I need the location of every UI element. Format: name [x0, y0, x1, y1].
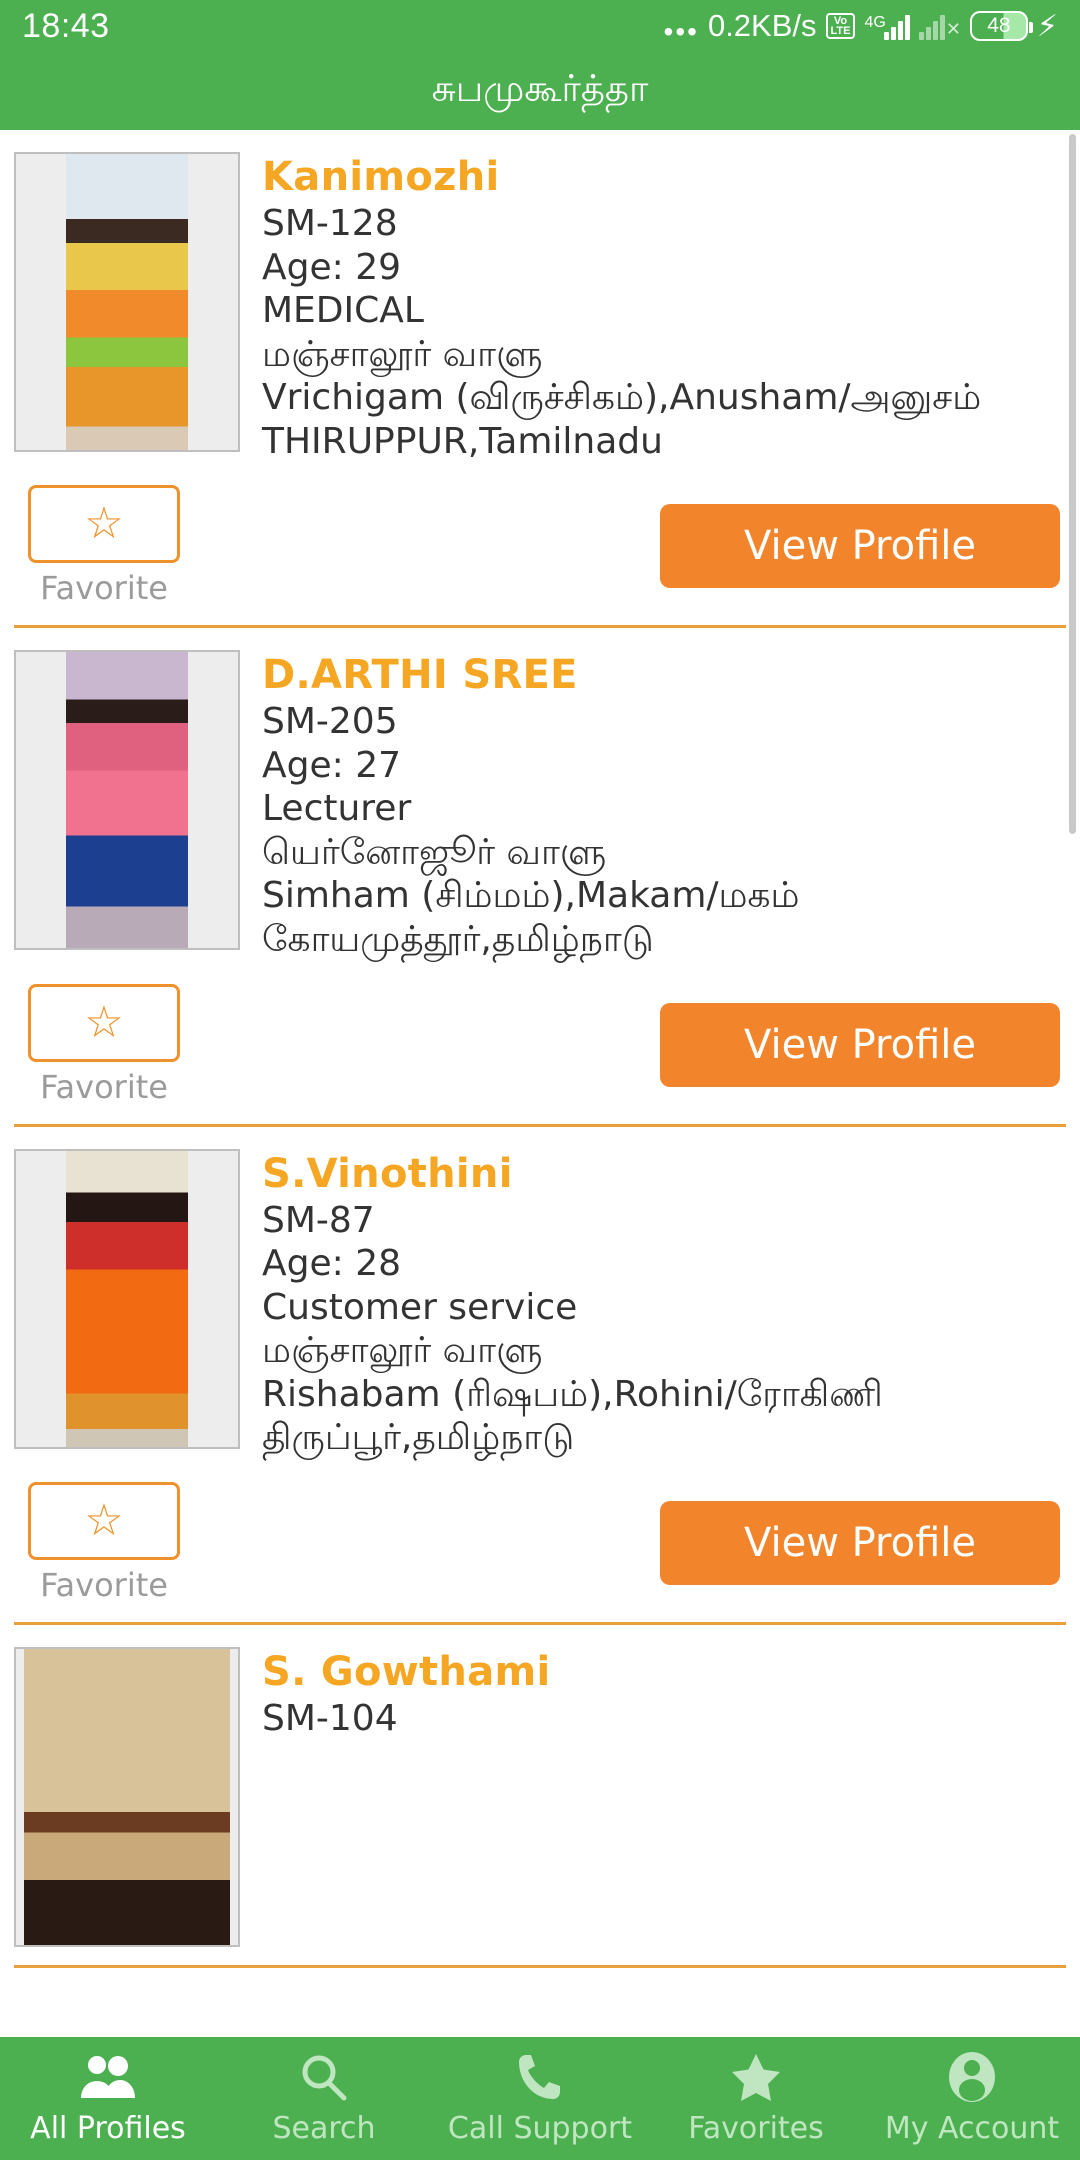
profile-name: S.Vinothini — [262, 1150, 513, 1197]
profile-list[interactable]: Kanimozhi SM-128 Age: 29 MEDICAL மஞ்சாலூ… — [0, 130, 1080, 2037]
signal-bars-sim2-icon: ✕ — [918, 12, 961, 40]
profile-photo — [14, 1148, 240, 1449]
profile-age: Age: 28 — [262, 1243, 402, 1285]
nav-item-call-support[interactable]: Call Support — [432, 2051, 648, 2146]
profile-rasi-star: Rishabam (ரிஷபம்),Rohini/ரோகிணி — [262, 1373, 883, 1415]
profile-rasi-star: Vrichigam (விருச்சிகம்),Anusham/அனுசம் — [262, 377, 982, 419]
profile-id: SM-87 — [262, 1199, 375, 1241]
search-icon — [299, 2051, 349, 2103]
profile-name: S. Gowthami — [262, 1648, 551, 1695]
list-scrollbar[interactable] — [1069, 134, 1076, 834]
network-type-label: 4G — [864, 14, 886, 31]
profile-community: மஞ்சாலூர் வாளு — [262, 333, 543, 375]
app-screen: 18:43 ••• 0.2KB/s Vo LTE 4G ✕ 48 ⚡ சுபமு… — [0, 0, 1080, 2160]
profile-id: SM-205 — [262, 701, 398, 743]
favorite-button[interactable]: ☆ Favorite — [28, 983, 180, 1106]
battery-level: 48 — [987, 14, 1011, 37]
account-icon — [947, 2051, 997, 2103]
nav-item-search[interactable]: Search — [216, 2051, 432, 2146]
view-profile-button[interactable]: View Profile — [660, 504, 1060, 589]
status-time: 18:43 — [22, 6, 110, 45]
favorite-label: Favorite — [40, 569, 168, 608]
battery-icon: 48 — [969, 11, 1033, 41]
app-bar: சுபமுகூர்த்தா — [0, 52, 1080, 130]
star-filled-icon — [729, 2051, 783, 2103]
nav-item-my-account[interactable]: My Account — [864, 2051, 1080, 2146]
favorite-button[interactable]: ☆ Favorite — [28, 485, 180, 607]
view-profile-button[interactable]: View Profile — [660, 1002, 1060, 1087]
favorite-label: Favorite — [40, 1067, 168, 1106]
profile-rasi-star: Simham (சிம்மம்),Makam/மகம் — [262, 875, 800, 917]
profile-community: யெர்னோஜூர் வாளு — [262, 831, 607, 873]
profile-photo — [14, 650, 240, 951]
profile-card[interactable]: D.ARTHI SREE SM-205 Age: 27 Lecturer யெர… — [14, 628, 1066, 1127]
network-speed: 0.2KB/s — [707, 8, 817, 43]
nav-item-favorites[interactable]: Favorites — [648, 2051, 864, 2146]
profile-community: மஞ்சாலூர் வாளு — [262, 1330, 543, 1372]
no-service-icon: ✕ — [945, 19, 961, 39]
page-title: சுபமுகூர்த்தா — [431, 67, 649, 110]
profile-location: கோயமுத்தூர்,தமிழ்நாடு — [262, 919, 654, 961]
profile-name: D.ARTHI SREE — [262, 652, 578, 699]
profile-card[interactable]: S. Gowthami SM-104 — [14, 1624, 1066, 1968]
star-outline-icon: ☆ — [84, 997, 124, 1047]
profile-age: Age: 29 — [262, 246, 402, 288]
profile-location: திருப்பூர்,தமிழ்நாடு — [262, 1417, 575, 1459]
favorite-button[interactable]: ☆ Favorite — [28, 1481, 180, 1604]
profile-name: Kanimozhi — [262, 154, 500, 200]
bottom-navigation: All Profiles Search Call Support Favorit… — [0, 2037, 1080, 2160]
status-bar: 18:43 ••• 0.2KB/s Vo LTE 4G ✕ 48 ⚡ — [0, 0, 1080, 52]
profile-card[interactable]: S.Vinothini SM-87 Age: 28 Customer servi… — [14, 1126, 1066, 1625]
profile-id: SM-104 — [262, 1697, 398, 1739]
phone-icon — [516, 2051, 564, 2103]
nav-label: All Profiles — [30, 2111, 186, 2146]
profile-occupation: Lecturer — [262, 788, 412, 830]
star-outline-icon: ☆ — [84, 499, 124, 549]
view-profile-button[interactable]: View Profile — [660, 1500, 1060, 1585]
volte-icon: Vo LTE — [825, 13, 856, 39]
nav-label: Favorites — [688, 2111, 824, 2146]
people-icon — [79, 2051, 137, 2103]
nav-label: Search — [272, 2111, 376, 2146]
notification-dots-icon: ••• — [663, 16, 699, 47]
bolt-icon: ⚡ — [1036, 9, 1058, 43]
profile-card[interactable]: Kanimozhi SM-128 Age: 29 MEDICAL மஞ்சாலூ… — [14, 130, 1066, 629]
nav-label: Call Support — [447, 2111, 633, 2146]
nav-item-all-profiles[interactable]: All Profiles — [0, 2051, 216, 2146]
star-outline-icon: ☆ — [84, 1495, 124, 1545]
signal-bars-sim1-icon: 4G — [864, 12, 910, 40]
profile-age: Age: 27 — [262, 744, 402, 786]
nav-label: My Account — [884, 2111, 1060, 2146]
profile-location: THIRUPPUR,Tamilnadu — [262, 420, 663, 462]
profile-photo — [14, 152, 240, 452]
profile-occupation: Customer service — [262, 1286, 578, 1328]
profile-id: SM-128 — [262, 203, 398, 244]
volte-bottom-label: LTE — [830, 25, 851, 37]
status-indicators: ••• 0.2KB/s Vo LTE 4G ✕ 48 ⚡ — [663, 8, 1058, 47]
profile-occupation: MEDICAL — [262, 290, 424, 332]
favorite-label: Favorite — [40, 1565, 168, 1604]
profile-photo — [14, 1646, 240, 1947]
